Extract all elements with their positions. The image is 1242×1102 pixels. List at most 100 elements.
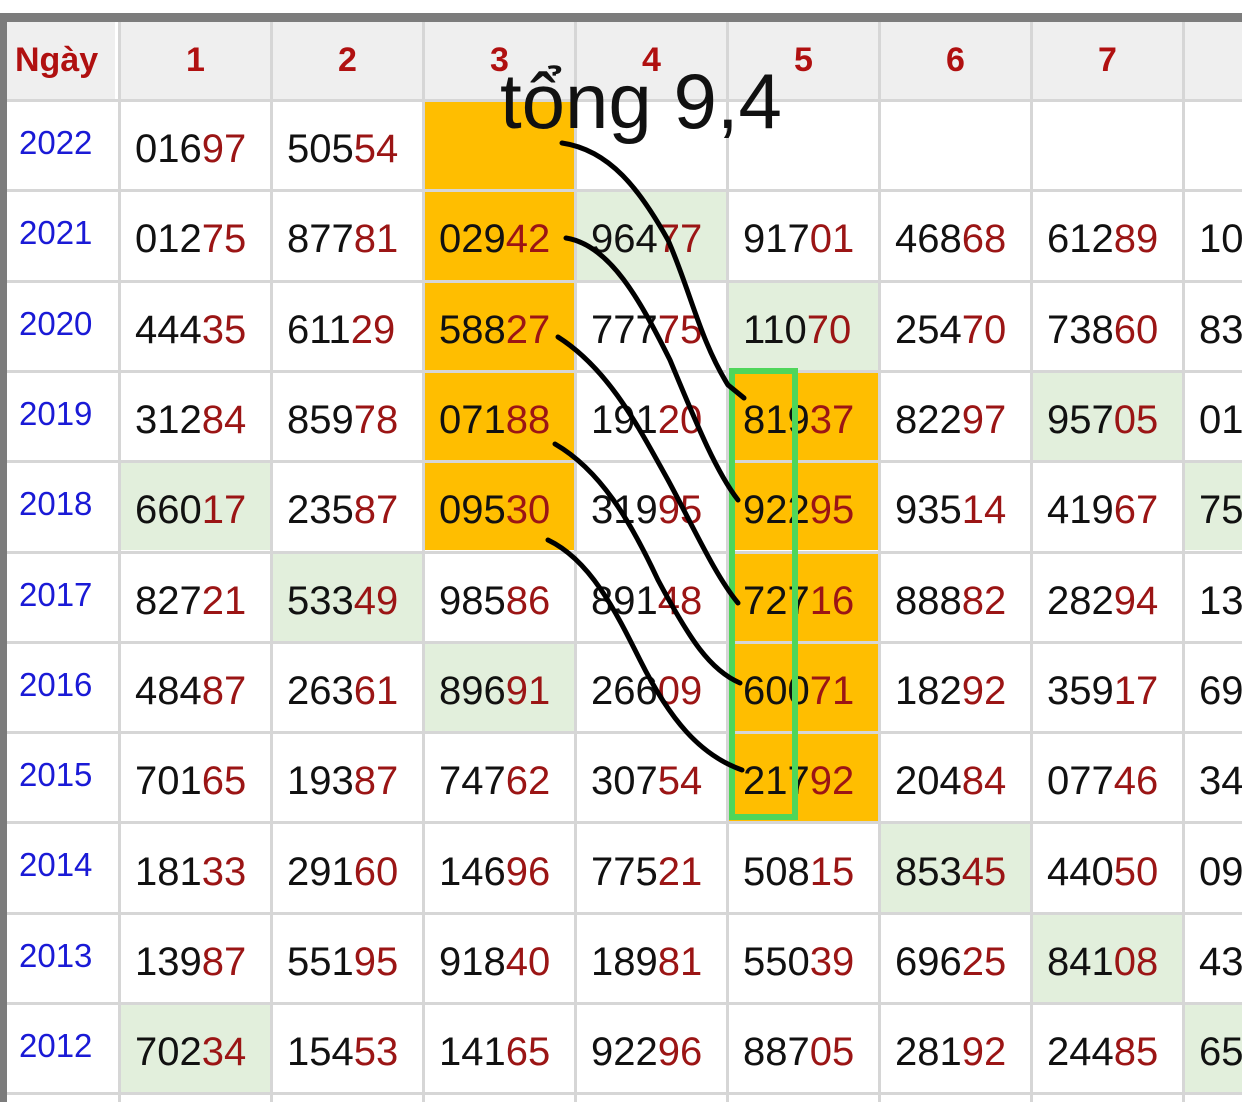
result-tail-digits: 65 [505, 1030, 551, 1075]
result-cell: 696 25 [881, 914, 1030, 1002]
result-cell: 110 70 [729, 282, 878, 370]
result-cell: 182 92 [881, 643, 1030, 732]
result-tail-digits: 01 [809, 217, 855, 262]
year-cell: 2022 [7, 102, 118, 190]
result-cell: 09 [1185, 824, 1242, 912]
annotation-note: tổng 9,4 [500, 57, 782, 145]
result-cell: 918 40 [425, 914, 574, 1002]
result-tail-digits: 60 [1113, 307, 1159, 352]
result-head-digits: 701 [135, 759, 202, 804]
result-head-digits: 09 [1199, 849, 1242, 894]
result-cell: 853 45 [881, 824, 1030, 912]
result-cell: 957 05 [1033, 372, 1182, 461]
result-cell: 440 50 [1033, 824, 1182, 912]
result-head-digits: 182 [895, 668, 962, 713]
grid-line-vertical [1030, 22, 1033, 1102]
result-head-digits: 957 [1047, 398, 1114, 443]
result-cell: 922 95 [729, 463, 878, 551]
result-head-digits: 016 [135, 127, 202, 172]
result-tail-digits: 60 [353, 849, 399, 894]
result-head-digits: 154 [287, 1030, 354, 1075]
result-cell: 964 77 [577, 192, 726, 280]
result-head-digits: 01 [1199, 398, 1242, 443]
grid-line-vertical [270, 22, 273, 1102]
result-cell: 263 61 [273, 643, 422, 732]
result-head-digits: 071 [439, 398, 506, 443]
result-head-digits: 235 [287, 488, 354, 533]
result-head-digits: 012 [135, 217, 202, 262]
result-tail-digits: 46 [1113, 759, 1159, 804]
result-head-digits: 484 [135, 668, 202, 713]
year-cell: 2021 [7, 192, 118, 280]
header-col-6: 6 [881, 22, 1030, 99]
result-cell: 012 75 [121, 192, 270, 280]
result-tail-digits: 16 [809, 578, 855, 623]
result-head-digits: 696 [895, 939, 962, 984]
result-tail-digits: 67 [1113, 488, 1159, 533]
result-tail-digits: 20 [657, 398, 703, 443]
result-tail-digits: 71 [809, 668, 855, 713]
result-cell: 533 49 [273, 553, 422, 641]
result-cell: 141 65 [425, 1005, 574, 1093]
header-col-8 [1185, 22, 1242, 99]
result-head-digits: 702 [135, 1030, 202, 1075]
result-tail-digits: 75 [201, 217, 247, 262]
result-cell: 359 17 [1033, 643, 1182, 732]
table-left-border [0, 13, 7, 1102]
result-cell: 444 35 [121, 282, 270, 370]
year-cell: 2012 [7, 1005, 118, 1093]
result-cell: 43 [1185, 914, 1242, 1002]
grid-line-vertical [726, 22, 729, 1102]
year-cell: 2015 [7, 734, 118, 822]
result-tail-digits: 62 [505, 759, 551, 804]
result-tail-digits: 97 [961, 398, 1007, 443]
result-head-digits: 922 [743, 488, 810, 533]
result-cell: 071 88 [425, 372, 574, 461]
result-head-digits: 853 [895, 849, 962, 894]
result-head-digits: 985 [439, 578, 506, 623]
result-tail-digits: 65 [201, 759, 247, 804]
result-cell: 69 [1185, 643, 1242, 732]
result-tail-digits: 05 [1113, 398, 1159, 443]
result-head-digits: 291 [287, 849, 354, 894]
result-head-digits: 877 [287, 217, 354, 262]
result-head-digits: 533 [287, 578, 354, 623]
result-cell: 244 85 [1033, 1005, 1182, 1093]
result-cell: 887 05 [729, 1005, 878, 1093]
result-cell: 34 [1185, 734, 1242, 822]
result-cell: 822 97 [881, 372, 1030, 461]
result-head-digits: 029 [439, 217, 506, 262]
result-head-digits: 819 [743, 398, 810, 443]
result-head-digits: 611 [287, 307, 351, 352]
result-head-digits: 747 [439, 759, 506, 804]
result-tail-digits: 15 [809, 849, 855, 894]
grid-line-vertical [1182, 22, 1185, 1102]
result-tail-digits: 92 [961, 1030, 1007, 1075]
result-tail-digits: 96 [657, 1030, 703, 1075]
result-head-digits: 896 [439, 668, 506, 713]
result-head-digits: 077 [1047, 759, 1114, 804]
grid-line-vertical [422, 22, 425, 1102]
grid-line-horizontal [7, 640, 1242, 644]
result-head-digits: 263 [287, 668, 354, 713]
result-tail-digits: 87 [201, 668, 247, 713]
result-head-digits: 189 [591, 939, 658, 984]
result-head-digits: 69 [1199, 668, 1242, 713]
result-head-digits: 888 [895, 578, 962, 623]
grid-line-horizontal [7, 189, 1242, 193]
result-head-digits: 505 [287, 127, 354, 172]
result-cell: 291 60 [273, 824, 422, 912]
result-head-digits: 660 [135, 488, 202, 533]
result-cell: 83 [1185, 282, 1242, 370]
year-cell: 2019 [7, 372, 118, 461]
result-head-digits: 312 [135, 398, 202, 443]
result-cell: 181 33 [121, 824, 270, 912]
result-tail-digits: 87 [353, 488, 399, 533]
result-cell: 777 75 [577, 282, 726, 370]
result-cell: 819 37 [729, 372, 878, 461]
result-cell: 612 89 [1033, 192, 1182, 280]
result-cell: 891 48 [577, 553, 726, 641]
year-cell: 2020 [7, 282, 118, 370]
result-tail-digits: 91 [505, 668, 551, 713]
result-head-digits: 75 [1199, 488, 1242, 533]
